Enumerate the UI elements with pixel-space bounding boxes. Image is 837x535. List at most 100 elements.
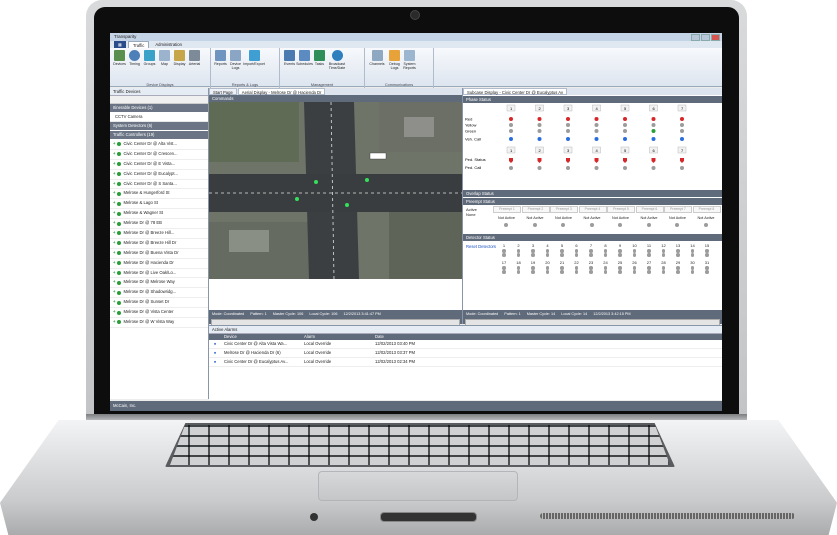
expand-icon[interactable]: + <box>113 318 115 327</box>
list-item[interactable]: + Melrose Dr @ W Vista Way <box>110 318 208 328</box>
list-item[interactable]: + Melrose & Hungerford St <box>110 189 208 200</box>
detector-status-header[interactable]: Detector Status <box>463 233 722 241</box>
preempt-slot: Preempt 8 <box>692 206 721 213</box>
expand-icon[interactable]: + <box>113 160 115 169</box>
table-row[interactable]: ● Melrose Dr @ Hacienda Dr (6) Local Ove… <box>209 349 722 358</box>
device-logs-button[interactable]: Device Logs <box>228 50 243 70</box>
expand-icon[interactable]: + <box>113 219 115 228</box>
broadcast-button[interactable]: Broadcast Time/Date <box>327 50 347 70</box>
timing-button[interactable]: Timing <box>127 50 142 66</box>
active-alarms-pane: Active Alarms Device Alarm Date ● Civic … <box>209 325 722 400</box>
detector-indicator <box>618 253 622 257</box>
preempt-grid: Active None Preempt 1 Not Active Preempt 2… <box>463 205 722 233</box>
reset-detectors-link[interactable]: Reset Detectors <box>466 244 496 249</box>
close-button[interactable] <box>711 34 720 41</box>
tab-aerial-display[interactable]: Aerial Display - Melrose Dr @ Hacienda D… <box>237 88 326 95</box>
tasks-button[interactable]: Tasks <box>312 50 327 66</box>
window-controls <box>691 34 720 41</box>
list-item[interactable]: + Melrose Dr @ Buena Vista Dr <box>110 249 208 259</box>
expand-icon[interactable]: + <box>113 199 115 208</box>
import-export-button[interactable]: Import/Export <box>243 50 265 66</box>
expand-icon[interactable]: + <box>113 229 115 238</box>
list-item[interactable]: + Melrose Dr @ Melrose Way <box>110 278 208 289</box>
tab-status-display[interactable]: Subcase Display - Civic Center Dr @ Euca… <box>463 88 568 95</box>
list-item[interactable]: + Civic Center Dr @ Eucalypt... <box>110 170 208 180</box>
preempt-status-header[interactable]: Preempt Status <box>463 197 722 205</box>
schedules-button[interactable]: Schedules <box>296 50 313 66</box>
list-item[interactable]: CCTV Camera <box>110 113 208 122</box>
green-indicator <box>509 129 513 133</box>
reports-button[interactable]: Reports <box>213 50 228 66</box>
commands-bar[interactable]: Commands <box>209 95 462 102</box>
detector-number: 8 <box>604 243 607 248</box>
expand-icon[interactable]: + <box>113 180 115 189</box>
expand-icon[interactable]: + <box>113 150 115 159</box>
list-item[interactable]: + Melrose & Wagner St <box>110 209 208 220</box>
expand-icon[interactable]: + <box>113 209 115 218</box>
expand-icon[interactable]: + <box>113 170 115 179</box>
tab-administration[interactable]: Administration <box>151 41 186 48</box>
preempt-slot: Preempt 3 <box>550 206 578 213</box>
system-reports-button[interactable]: System Reports <box>402 50 417 70</box>
expand-icon[interactable]: + <box>113 278 115 287</box>
expand-icon[interactable]: + <box>113 259 115 268</box>
list-item[interactable]: + Melrose Dr @ Sunset Dr <box>110 298 208 309</box>
devices-button[interactable]: Devices <box>112 50 127 66</box>
green-indicator <box>680 129 684 133</box>
yellow-indicator <box>566 123 570 127</box>
tab-traffic[interactable]: Traffic <box>127 41 150 48</box>
display-button[interactable]: Display <box>172 50 187 66</box>
status-icon <box>117 142 122 147</box>
list-item[interactable]: + Melrose Dr @ Shadowridg... <box>110 288 208 299</box>
red-indicator <box>594 117 599 121</box>
list-item[interactable]: + Civic Center Dr @ E Vista... <box>110 160 208 170</box>
events-button[interactable]: Events <box>282 50 297 66</box>
list-item[interactable]: + Melrose Dr @ Breeze Hill... <box>110 229 208 239</box>
table-row[interactable]: ● Civic Center Dr @ Alta Vista Wa... Loc… <box>209 340 722 349</box>
overlap-status-header[interactable]: Overlap Status <box>463 189 722 197</box>
expand-icon[interactable]: + <box>113 140 115 149</box>
aerial-map[interactable] <box>209 102 462 279</box>
tab-start-page[interactable]: Start Page <box>209 88 237 95</box>
list-item[interactable]: + Civic Center Dr @ Crescen... <box>110 150 208 160</box>
status-icon <box>117 211 122 216</box>
green-indicator <box>594 129 599 133</box>
group-traffic-controllers[interactable]: Traffic Controllers (19) <box>110 131 208 140</box>
group-itinerable[interactable]: Itinerable Devices (1) <box>110 104 208 113</box>
expand-icon[interactable]: + <box>113 239 115 248</box>
group-system-detectors[interactable]: System Detectors (6) <box>110 122 208 131</box>
debug-logs-button[interactable]: Debug Logs <box>387 50 402 70</box>
expand-icon[interactable]: + <box>113 269 115 278</box>
list-item[interactable]: + Civic Center Dr @ Alta Vist... <box>110 140 208 150</box>
expand-icon[interactable]: + <box>113 308 115 317</box>
list-item[interactable]: + Melrose Dr @ 78 EB <box>110 219 208 230</box>
ped-call-indicator <box>537 166 542 170</box>
expand-icon[interactable]: + <box>113 288 115 297</box>
keyboard <box>170 425 670 465</box>
map-button[interactable]: Map <box>157 50 172 66</box>
table-row[interactable]: ● Civic Center Dr @ Eucalyptus Av... Loc… <box>209 358 722 367</box>
alarms-title: Active Alarms <box>209 326 722 334</box>
expand-icon[interactable]: + <box>113 298 115 307</box>
ribbon-group-management: Events Schedules Tasks Broadcast Time/Da… <box>280 48 365 88</box>
list-item[interactable]: + Melrose Dr @ Breeze Hill Dr <box>110 239 208 249</box>
detector-indicator <box>502 253 506 257</box>
list-item[interactable]: + Civic Center Dr @ S Santa... <box>110 180 208 190</box>
groups-button[interactable]: Groups <box>142 50 157 66</box>
arterial-button[interactable]: Arterial <box>187 50 202 66</box>
list-item[interactable]: + Melrose Dr @ Live Oak/Lo... <box>110 269 208 279</box>
expand-icon[interactable]: + <box>113 249 115 258</box>
list-item[interactable]: + Melrose & Lago St <box>110 199 208 210</box>
minimize-button[interactable] <box>691 34 700 41</box>
green-indicator <box>623 129 627 133</box>
maximize-button[interactable] <box>701 34 710 41</box>
list-item[interactable]: + Melrose Dr @ Hacienda Dr <box>110 259 208 269</box>
dont-walk-icon <box>566 158 570 163</box>
expand-icon[interactable]: + <box>113 189 115 198</box>
list-item[interactable]: + Melrose Dr @ Vista Center <box>110 308 208 319</box>
detector-indicator <box>502 249 506 253</box>
phase-status-header[interactable]: Phase Status <box>463 95 722 103</box>
channels-button[interactable]: Channels <box>367 50 387 66</box>
app-menu-button[interactable]: ▦ <box>114 41 126 48</box>
pane-title: Traffic Devices <box>110 88 208 96</box>
